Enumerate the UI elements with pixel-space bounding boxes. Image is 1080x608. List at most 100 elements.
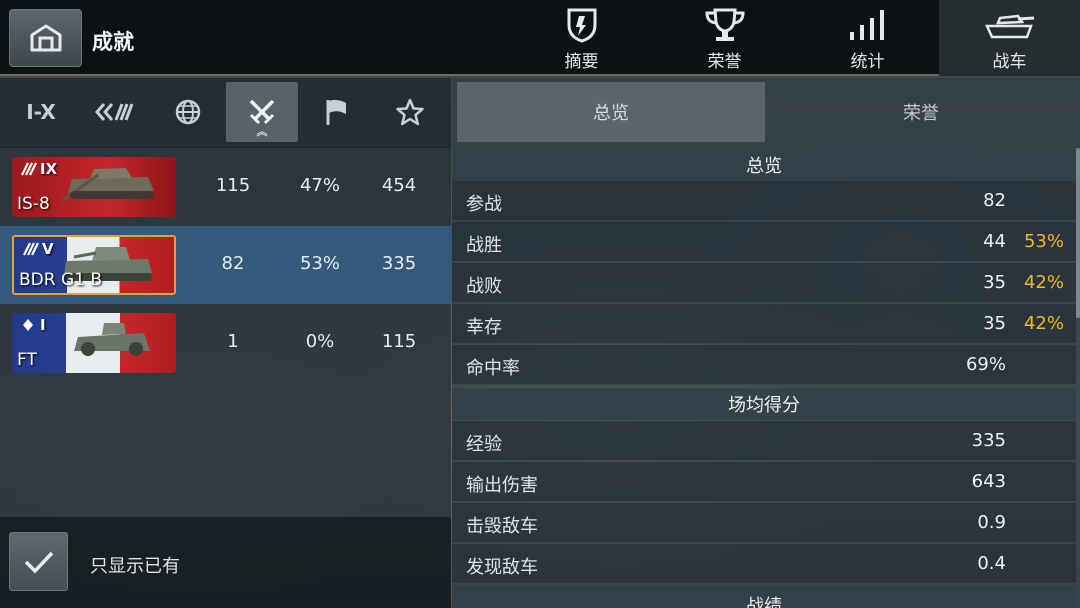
star-icon <box>396 98 424 126</box>
vehicle-class-icon <box>95 103 134 121</box>
filter-flag[interactable] <box>300 82 372 142</box>
tab-statistics[interactable]: 统计 <box>796 0 939 76</box>
stat-value: 643 <box>971 471 1006 492</box>
tank-image <box>61 168 154 203</box>
stat-label: 幸存 <box>466 317 502 338</box>
vehicle-stats-panel: 总览 荣誉 总览 参战 82 战胜 44 53% 战败 35 42% 幸存 35… <box>452 78 1080 608</box>
tank-battles: 115 <box>215 175 251 196</box>
tank-row[interactable]: I FT 1 0% 115 <box>0 304 451 382</box>
only-owned-label: 只显示已有 <box>90 556 180 577</box>
section-header-average: 场均得分 <box>452 388 1076 420</box>
stat-label: 命中率 <box>466 358 520 379</box>
stat-label: 战败 <box>466 276 502 297</box>
stat-row: 战胜 44 53% <box>452 222 1076 262</box>
garage-icon <box>30 24 61 52</box>
stat-value: 35 <box>983 272 1006 293</box>
bar-chart-icon <box>849 10 884 40</box>
chevron-up-icon: ︽ <box>256 125 268 138</box>
tab-summary-label: 摘要 <box>564 52 599 72</box>
vehicle-list-panel: I-X ︽ IX IS-8 115 47% 454 V BDR G1 B 82 … <box>0 78 451 608</box>
stat-row: 输出伤害 643 <box>452 462 1076 502</box>
tank-battles: 82 <box>221 253 245 274</box>
stat-row: 命中率 69% <box>452 345 1076 385</box>
stat-value: 335 <box>971 430 1006 451</box>
stat-row: 参战 82 <box>452 181 1076 221</box>
tank-winrate: 53% <box>299 253 340 274</box>
stat-label: 经验 <box>466 434 502 455</box>
stat-percentage: 53% <box>1023 231 1064 252</box>
garage-home-button[interactable] <box>9 9 82 67</box>
stat-row: 击毁敌车 0.9 <box>452 503 1076 543</box>
stat-value: 35 <box>983 313 1006 334</box>
tank-card: IX IS-8 <box>12 157 176 217</box>
filter-nation[interactable] <box>152 82 224 142</box>
tank-battles: 1 <box>227 331 239 352</box>
tank-avg-score: 454 <box>381 175 417 196</box>
tank-card: V BDR G1 B <box>12 235 176 295</box>
heavy-tank-icon <box>21 162 37 176</box>
tab-vehicle-honors-label: 荣誉 <box>903 103 939 124</box>
tab-vehicles[interactable]: 战车 <box>939 0 1080 76</box>
tab-honors-label: 荣誉 <box>707 52 742 72</box>
filter-tier-label: I-X <box>26 100 56 124</box>
stat-value: 0.4 <box>977 553 1006 574</box>
stat-label: 战胜 <box>466 235 502 256</box>
stat-row: 发现敌车 0.4 <box>452 544 1076 584</box>
only-owned-checkbox[interactable] <box>9 532 68 591</box>
tab-overview[interactable]: 总览 <box>457 82 765 142</box>
tank-name: IS-8 <box>17 194 50 214</box>
filter-bar: I-X ︽ <box>0 78 451 148</box>
stat-percentage: 42% <box>1023 272 1064 293</box>
tank-winrate: 47% <box>299 175 340 196</box>
section-header-record: 战绩 <box>452 586 1076 608</box>
tank-icon <box>984 14 1034 39</box>
tank-card: I FT <box>12 313 176 373</box>
stat-label: 击毁敌车 <box>466 516 538 537</box>
section-title: 战绩 <box>746 596 782 608</box>
tank-row[interactable]: IX IS-8 115 47% 454 <box>0 148 451 226</box>
stat-row: 经验 335 <box>452 421 1076 461</box>
stat-value: 44 <box>983 231 1006 252</box>
stat-value: 0.9 <box>977 512 1006 533</box>
stat-value: 69% <box>965 354 1006 375</box>
light-tank-icon <box>23 319 33 331</box>
globe-icon <box>175 99 201 125</box>
flag-icon <box>326 99 346 125</box>
heavy-tank-icon <box>23 242 39 256</box>
filter-vehicle-class[interactable] <box>78 82 150 142</box>
tab-statistics-label: 统计 <box>850 52 885 72</box>
stat-label: 发现敌车 <box>466 557 538 578</box>
stat-value: 82 <box>983 190 1006 211</box>
tab-vehicles-label: 战车 <box>992 52 1027 72</box>
filter-favorites[interactable] <box>374 82 446 142</box>
stat-label: 输出伤害 <box>466 475 538 496</box>
stat-label: 参战 <box>466 194 502 215</box>
filter-battles[interactable]: ︽ <box>226 82 298 142</box>
tank-avg-score: 115 <box>381 331 417 352</box>
stat-row: 幸存 35 42% <box>452 304 1076 344</box>
tank-avg-score: 335 <box>381 253 417 274</box>
tank-row-selected[interactable]: V BDR G1 B 82 53% 335 <box>0 226 451 304</box>
tank-tier: I <box>40 316 46 334</box>
tank-image <box>74 323 150 356</box>
filter-footer: 只显示已有 <box>0 517 451 608</box>
tab-vehicle-honors[interactable]: 荣誉 <box>767 82 1075 142</box>
tank-name: BDR G1 B <box>19 270 103 290</box>
filter-tier[interactable]: I-X <box>5 82 77 142</box>
tab-overview-label: 总览 <box>593 103 629 124</box>
tank-name: FT <box>17 350 37 370</box>
tab-summary[interactable]: 摘要 <box>510 0 653 76</box>
section-title: 总览 <box>746 156 782 177</box>
top-bar: 成就 摘要 荣誉 统计 战车 <box>0 0 1080 76</box>
tank-winrate: 0% <box>305 331 335 352</box>
trophy-icon <box>704 8 745 41</box>
stat-row: 战败 35 42% <box>452 263 1076 303</box>
checkmark-icon <box>24 551 53 574</box>
stat-percentage: 42% <box>1023 313 1064 334</box>
section-title: 场均得分 <box>728 395 800 416</box>
page-title: 成就 <box>92 30 134 54</box>
tank-tier: V <box>42 240 54 258</box>
shield-icon <box>567 8 596 43</box>
scrollbar[interactable] <box>1076 148 1080 318</box>
tab-honors[interactable]: 荣誉 <box>653 0 796 76</box>
